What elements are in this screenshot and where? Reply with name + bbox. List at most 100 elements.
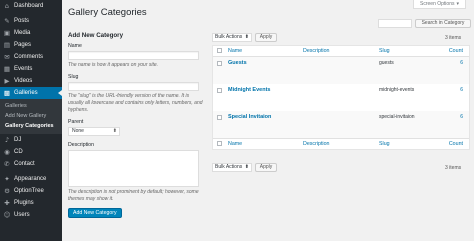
category-name-link[interactable]: Midnight Events xyxy=(228,87,270,93)
select-all-checkbox-footer[interactable] xyxy=(217,141,222,146)
menu-label: Plugins xyxy=(14,200,34,206)
menu-label: Galleries xyxy=(14,90,38,96)
videos-icon: ▶ xyxy=(4,76,10,85)
screen-options-label: Screen Options xyxy=(420,1,455,7)
menu-optiontree[interactable]: ⚙ OptionTree xyxy=(0,185,62,197)
search-button[interactable]: Search in Category xyxy=(415,19,471,28)
table-header: Name Description Slug Count xyxy=(213,46,469,57)
menu-label: Events xyxy=(14,66,33,72)
plugins-icon: ✚ xyxy=(4,198,10,207)
submenu-add-new-gallery[interactable]: Add New Gallery xyxy=(0,111,62,121)
menu-label: Pages xyxy=(14,42,32,48)
table-footer: Name Description Slug Count xyxy=(213,138,469,149)
contact-icon: ✆ xyxy=(4,159,10,168)
chevron-down-icon: ▾ xyxy=(456,1,459,7)
bulk-actions-select-bottom[interactable]: Bulk Actions ⬍ xyxy=(212,163,252,172)
menu-cd[interactable]: ◉ CD xyxy=(0,146,62,158)
menu-label: Contact xyxy=(14,161,35,167)
row-checkbox[interactable] xyxy=(217,88,222,93)
slug-description: The "slug" is the URL-friendly version o… xyxy=(68,93,203,113)
appearance-icon: ✦ xyxy=(4,174,10,183)
menu-label: Media xyxy=(14,30,31,36)
name-description: The name is how it appears on your site. xyxy=(68,62,159,68)
menu-posts[interactable]: ✎ Posts xyxy=(0,15,62,27)
search-box: Search in Category xyxy=(378,19,471,28)
comments-icon: ✉ xyxy=(4,52,10,61)
menu-users[interactable]: ☺ Users xyxy=(0,209,62,221)
menu-plugins[interactable]: ✚ Plugins xyxy=(0,197,62,209)
submenu-galleries[interactable]: Galleries xyxy=(0,101,62,111)
posts-icon: ✎ xyxy=(4,16,10,25)
screen-options-button[interactable]: Screen Options ▾ xyxy=(413,0,466,9)
menu-appearance[interactable]: ✦ Appearance xyxy=(0,173,62,185)
menu-dashboard[interactable]: ⌂ Dashboard xyxy=(0,0,62,12)
events-icon: ▦ xyxy=(3,64,11,73)
items-count-top: 3 items xyxy=(445,35,462,41)
column-count[interactable]: Count xyxy=(449,48,463,54)
page-title: Gallery Categories xyxy=(68,7,147,18)
pages-icon: ▤ xyxy=(3,40,11,49)
menu-comments[interactable]: ✉ Comments xyxy=(0,51,62,63)
menu-label: DJ xyxy=(14,137,22,143)
submenu-gallery-categories[interactable]: Gallery Categories xyxy=(0,121,62,131)
row-checkbox[interactable] xyxy=(217,61,222,66)
chevron-down-icon: ⬍ xyxy=(112,128,117,134)
apply-button-top[interactable]: Apply xyxy=(255,33,277,42)
menu-label: CD xyxy=(14,149,23,155)
column-slug-footer[interactable]: Slug xyxy=(379,141,390,147)
bulk-actions-select-top[interactable]: Bulk Actions ⬍ xyxy=(212,33,252,42)
category-count-link[interactable]: 6 xyxy=(460,114,463,120)
admin-sidebar: ⌂ Dashboard ✎ Posts ▣ Media ▤ Pages ✉ Comment… xyxy=(0,0,62,241)
slug-label: Slug xyxy=(68,74,79,80)
search-input[interactable] xyxy=(378,19,412,28)
column-name-footer[interactable]: Name xyxy=(228,141,242,147)
disc-icon: ◉ xyxy=(4,147,10,156)
galleries-submenu: Galleries Add New Gallery Gallery Catego… xyxy=(0,99,62,134)
description-textarea[interactable] xyxy=(68,150,199,187)
category-slug: guests xyxy=(379,60,394,66)
parent-label: Parent xyxy=(68,119,84,125)
name-label: Name xyxy=(68,43,82,49)
chevron-down-icon: ⬍ xyxy=(244,164,249,170)
select-all-checkbox[interactable] xyxy=(217,48,222,53)
menu-label: Posts xyxy=(14,18,30,24)
menu-label: Users xyxy=(14,212,30,218)
row-checkbox[interactable] xyxy=(217,115,222,120)
menu-label: Dashboard xyxy=(14,3,44,9)
menu-contact[interactable]: ✆ Contact xyxy=(0,158,62,170)
name-field[interactable] xyxy=(68,51,199,60)
menu-media[interactable]: ▣ Media xyxy=(0,27,62,39)
menu-videos[interactable]: ▶ Videos xyxy=(0,75,62,87)
column-description[interactable]: Description xyxy=(303,48,330,54)
add-new-category-button[interactable]: Add New Category xyxy=(68,208,122,218)
menu-dj[interactable]: ♪ DJ xyxy=(0,134,62,146)
category-count-link[interactable]: 6 xyxy=(460,87,463,93)
form-heading: Add New Category xyxy=(68,32,124,39)
music-note-icon: ♪ xyxy=(4,135,10,144)
description-label: Description xyxy=(68,142,94,148)
categories-table: Name Description Slug Count Guests guest… xyxy=(212,45,470,150)
parent-select[interactable]: None ⬍ xyxy=(68,127,120,136)
menu-label: OptionTree xyxy=(14,188,44,194)
column-description-footer[interactable]: Description xyxy=(303,141,330,147)
apply-button-bottom[interactable]: Apply xyxy=(255,163,277,172)
category-slug: special-invitaion xyxy=(379,114,415,120)
table-row: Midnight Events midnight-events 6 xyxy=(213,84,469,111)
menu-label: Videos xyxy=(14,78,33,84)
category-name-link[interactable]: Guests xyxy=(228,60,247,66)
column-slug[interactable]: Slug xyxy=(379,48,390,54)
main-content: Screen Options ▾ Gallery Categories Searc… xyxy=(62,0,474,241)
category-name-link[interactable]: Special Invitaion xyxy=(228,114,271,120)
menu-events[interactable]: ▦ Events xyxy=(0,63,62,75)
category-count-link[interactable]: 6 xyxy=(460,60,463,66)
column-count-footer[interactable]: Count xyxy=(449,141,463,147)
menu-pages[interactable]: ▤ Pages xyxy=(0,39,62,51)
table-row: Guests guests 6 xyxy=(213,57,469,84)
slug-field[interactable] xyxy=(68,82,199,91)
description-help: The description is not prominent by defa… xyxy=(68,189,199,202)
items-count-bottom: 3 items xyxy=(445,165,462,171)
table-row: Special Invitaion special-invitaion 6 xyxy=(213,111,469,138)
column-name[interactable]: Name xyxy=(228,48,242,54)
users-icon: ☺ xyxy=(3,210,11,219)
menu-galleries[interactable]: ▩ Galleries xyxy=(0,87,62,99)
